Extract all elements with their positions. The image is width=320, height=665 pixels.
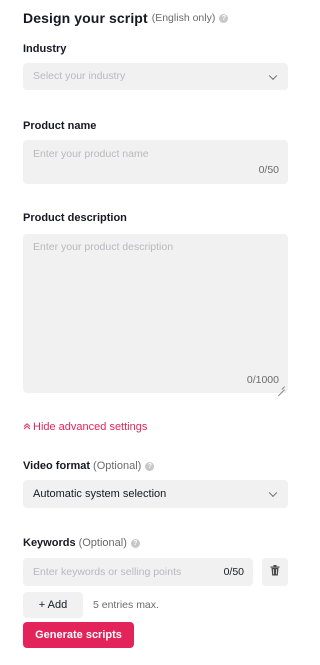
- trash-icon: [270, 563, 280, 581]
- industry-select[interactable]: Select your industry: [23, 63, 288, 90]
- chevron-down-icon: [268, 488, 278, 498]
- hide-advanced-settings-text: Hide advanced settings: [33, 421, 148, 433]
- keywords-optional: (Optional): [78, 537, 127, 549]
- video-format-label: Video format (Optional) ?: [23, 460, 155, 472]
- question-icon[interactable]: ?: [130, 538, 140, 548]
- video-format-select[interactable]: Automatic system selection: [23, 480, 288, 508]
- hide-advanced-settings-link[interactable]: Hide advanced settings: [23, 421, 147, 433]
- product-description-label-text: Product description: [23, 212, 127, 224]
- keywords-label-text: Keywords: [23, 537, 76, 549]
- industry-label-text: Industry: [23, 43, 67, 55]
- chevron-down-icon: [268, 71, 278, 80]
- product-name-counter: 0/50: [258, 164, 279, 176]
- product-description-label: Product description: [23, 212, 127, 224]
- keyword-counter: 0/50: [223, 566, 244, 578]
- keyword-input[interactable]: Enter keywords or selling points 0/50: [23, 558, 253, 586]
- video-format-label-text: Video format: [23, 460, 91, 472]
- keyword-placeholder: Enter keywords or selling points: [33, 566, 182, 578]
- product-description-field[interactable]: Enter your product description 0/1000: [23, 234, 288, 393]
- script-design-panel: Design your script (English only) ? Indu…: [0, 0, 297, 665]
- industry-label: Industry: [23, 43, 66, 55]
- resize-handle-icon[interactable]: [278, 383, 285, 390]
- industry-placeholder: Select your industry: [33, 70, 126, 82]
- delete-keyword-button[interactable]: [262, 558, 288, 586]
- max-entries-note: 5 entries max.: [93, 599, 159, 611]
- product-description-placeholder: Enter your product description: [33, 241, 174, 253]
- chevron-up-icon: [23, 422, 31, 432]
- page-title: Design your script: [23, 10, 148, 26]
- generate-scripts-button[interactable]: Generate scripts: [23, 622, 134, 648]
- product-description-counter: 0/1000: [246, 374, 279, 386]
- language-note: (English only): [151, 12, 216, 24]
- question-icon[interactable]: ?: [219, 13, 229, 23]
- question-icon[interactable]: ?: [145, 461, 155, 471]
- video-format-optional: (Optional): [93, 460, 142, 472]
- product-name-placeholder: Enter your product name: [33, 148, 149, 160]
- keywords-label: Keywords (Optional) ?: [23, 537, 140, 549]
- panel-header: Design your script (English only) ?: [23, 10, 229, 26]
- product-name-field[interactable]: Enter your product name 0/50: [23, 140, 288, 184]
- add-keyword-button[interactable]: + Add: [23, 592, 83, 618]
- video-format-value: Automatic system selection: [33, 488, 167, 500]
- product-name-label: Product name: [23, 120, 96, 132]
- product-name-label-text: Product name: [23, 120, 97, 132]
